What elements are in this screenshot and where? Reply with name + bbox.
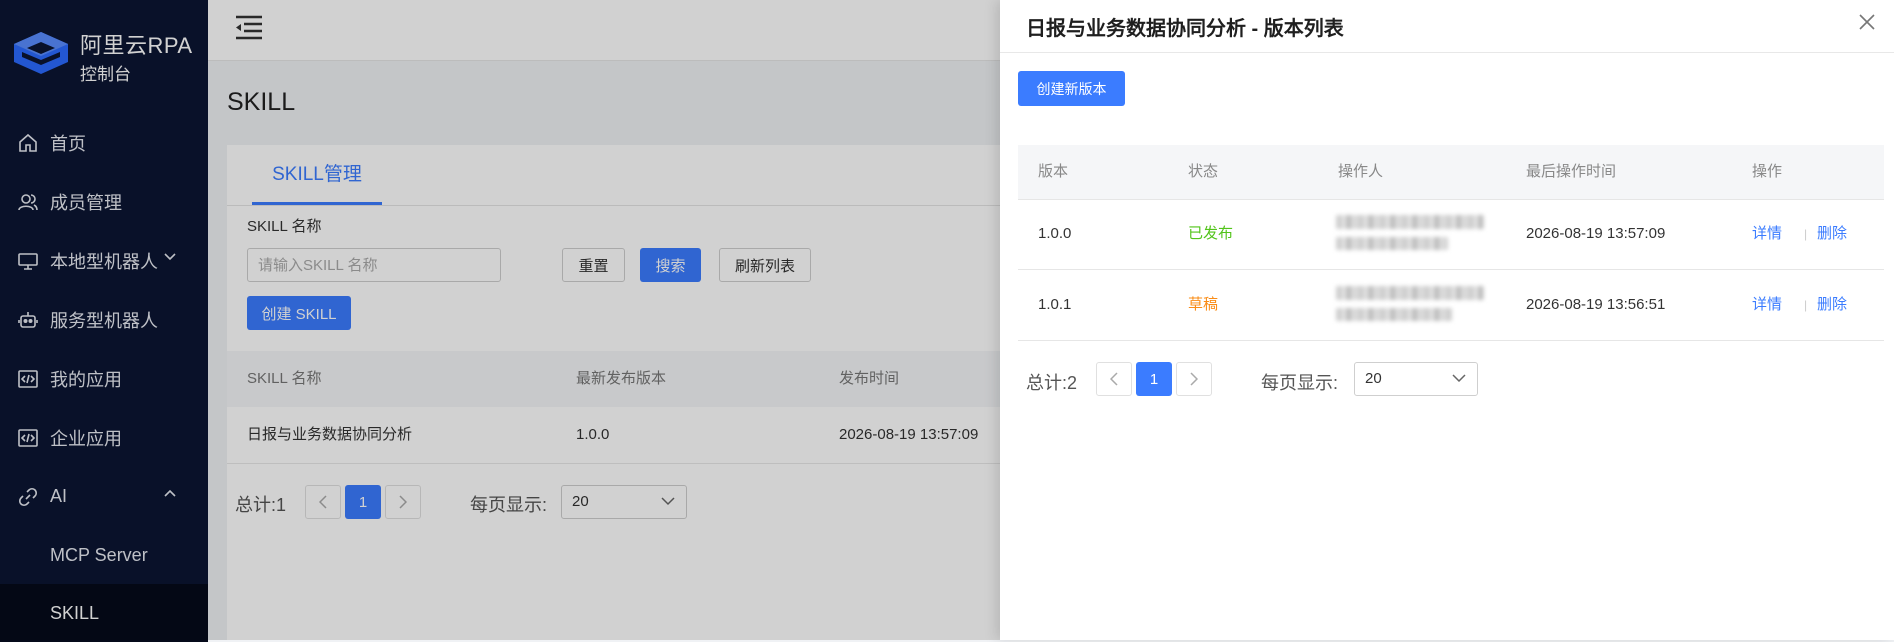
operator-redacted (1336, 237, 1448, 250)
last-operation-time-cell: 2026-08-19 13:57:09 (1526, 225, 1666, 242)
action-separator: | (1804, 298, 1808, 312)
delete-link[interactable]: 删除 (1817, 199, 1847, 269)
version-table-header: 版本 状态 操作人 最后操作时间 操作 (1018, 145, 1884, 200)
action-separator: | (1804, 227, 1808, 241)
last-operation-time-cell: 2026-08-19 13:56:51 (1526, 296, 1666, 313)
column-header: 最后操作时间 (1526, 163, 1617, 180)
status-badge: 已发布 (1188, 225, 1234, 242)
version-cell: 1.0.0 (1038, 225, 1072, 242)
total-count: 总计:2 (1026, 373, 1078, 393)
status-badge: 草稿 (1188, 296, 1219, 313)
table-row[interactable]: 1.0.0 已发布 2026-08-19 13:57:09 详情 | 删除 (1018, 199, 1884, 270)
operator-redacted (1336, 215, 1484, 229)
next-page-button[interactable] (1176, 362, 1212, 396)
page-size-value: 20 (1365, 370, 1382, 387)
column-header: 操作 (1752, 163, 1783, 180)
create-new-version-button[interactable]: 创建新版本 (1018, 71, 1125, 106)
column-header: 状态 (1188, 163, 1219, 180)
version-cell: 1.0.1 (1038, 296, 1072, 313)
column-header: 版本 (1038, 163, 1069, 180)
close-icon[interactable] (1858, 13, 1876, 31)
detail-link[interactable]: 详情 (1752, 199, 1782, 269)
table-row[interactable]: 1.0.1 草稿 2026-08-19 13:56:51 详情 | 删除 (1018, 270, 1884, 341)
drawer-title: 日报与业务数据协同分析 - 版本列表 (1026, 18, 1344, 40)
prev-page-button[interactable] (1096, 362, 1132, 396)
version-list-drawer: 日报与业务数据协同分析 - 版本列表 创建新版本 版本 状态 操作人 最后操作时… (1000, 0, 1894, 640)
drawer-divider (1000, 52, 1894, 53)
operator-redacted (1336, 286, 1484, 300)
operator-redacted (1336, 308, 1452, 321)
column-header: 操作人 (1338, 163, 1384, 180)
chevron-left-icon (1110, 372, 1118, 386)
page-size-select[interactable]: 20 (1354, 362, 1478, 396)
detail-link[interactable]: 详情 (1752, 270, 1782, 340)
chevron-right-icon (1190, 372, 1198, 386)
page-number-button[interactable]: 1 (1136, 362, 1172, 396)
page-size-label: 每页显示: (1261, 373, 1339, 393)
chevron-down-icon (1452, 374, 1466, 383)
delete-link[interactable]: 删除 (1817, 270, 1847, 340)
